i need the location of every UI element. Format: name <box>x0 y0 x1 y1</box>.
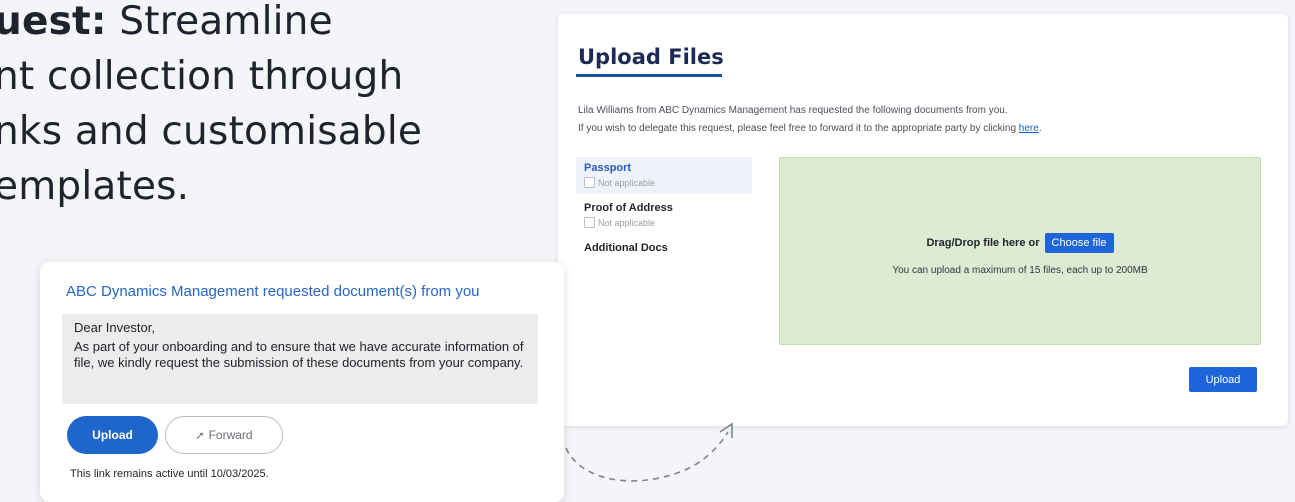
drag-drop-text: Drag/Drop file here or <box>926 237 1040 249</box>
request-intro: Lila Williams from ABC Dynamics Manageme… <box>578 102 1042 138</box>
email-message: Dear Investor, As part of your onboardin… <box>62 314 538 404</box>
not-applicable-option[interactable]: Not applicable <box>584 177 744 188</box>
headline-line-1: uest: Streamline <box>0 0 554 49</box>
headline-line-1-rest: Streamline <box>106 0 333 44</box>
email-body: As part of your onboarding and to ensure… <box>74 339 524 370</box>
email-upload-button[interactable]: Upload <box>67 416 158 454</box>
headline-line-2: nt collection through <box>0 54 404 99</box>
intro-line-2-end: . <box>1038 123 1042 134</box>
arrow-right-icon: ➚ <box>195 429 205 442</box>
connector-path <box>565 431 729 482</box>
document-item-proof-of-address[interactable]: Proof of Address Not applicable <box>576 197 752 234</box>
file-dropzone[interactable]: Drag/Drop file here or Choose file You c… <box>779 157 1261 345</box>
document-item-additional-docs[interactable]: Additional Docs <box>576 237 752 260</box>
choose-file-button[interactable]: Choose file <box>1044 233 1114 253</box>
upload-submit-button[interactable]: Upload <box>1189 367 1257 392</box>
connector-arrowhead <box>719 422 733 438</box>
headline-line-3: nks and customisable <box>0 109 423 154</box>
not-applicable-checkbox[interactable] <box>584 217 595 228</box>
title-underline <box>576 74 722 77</box>
headline: uest: Streamline nt collection through n… <box>0 0 554 214</box>
email-subject: ABC Dynamics Management requested docume… <box>66 283 480 300</box>
link-expiry-note: This link remains active until 10/03/202… <box>70 468 269 480</box>
intro-line-1: Lila Williams from ABC Dynamics Manageme… <box>578 105 1008 116</box>
document-name: Passport <box>584 162 632 174</box>
document-item-passport[interactable]: Passport Not applicable <box>576 157 752 194</box>
intro-line-2: If you wish to delegate this request, pl… <box>578 120 1042 138</box>
headline-bold: uest: <box>0 0 107 44</box>
not-applicable-label: Not applicable <box>598 177 656 188</box>
upload-files-title: Upload Files <box>578 45 724 69</box>
email-request-card: ABC Dynamics Management requested docume… <box>40 262 564 502</box>
document-name: Proof of Address <box>584 202 673 214</box>
delegate-link[interactable]: here <box>1019 123 1039 134</box>
document-name: Additional Docs <box>584 242 668 254</box>
dashed-connector-arrow <box>565 422 733 482</box>
not-applicable-label: Not applicable <box>598 217 656 228</box>
intro-line-2-text: If you wish to delegate this request, pl… <box>578 123 1019 134</box>
forward-button[interactable]: ➚ Forward <box>165 416 283 454</box>
not-applicable-option[interactable]: Not applicable <box>584 217 744 228</box>
forward-label: Forward <box>208 428 253 442</box>
document-list: Passport Not applicable Proof of Address… <box>576 157 752 263</box>
email-greeting: Dear Investor, <box>74 320 155 335</box>
upload-files-panel: Upload Files Lila Williams from ABC Dyna… <box>558 14 1288 426</box>
dropzone-prompt: Drag/Drop file here or Choose file <box>780 233 1260 253</box>
headline-line-4: emplates. <box>0 164 190 209</box>
not-applicable-checkbox[interactable] <box>584 177 595 188</box>
upload-limit-text: You can upload a maximum of 15 files, ea… <box>892 265 1148 276</box>
